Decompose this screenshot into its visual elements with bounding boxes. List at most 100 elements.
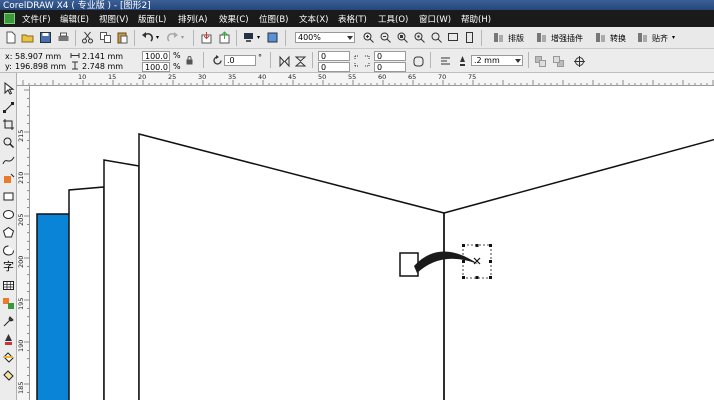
copy-icon[interactable] (99, 31, 112, 44)
zoom-level-select[interactable]: 400% (295, 32, 355, 43)
convert-icon[interactable] (594, 31, 607, 44)
selection-handles[interactable] (462, 244, 492, 279)
arrange-button[interactable]: 排版 (508, 33, 524, 44)
mirror-vertical-icon[interactable] (294, 55, 307, 68)
round-corners-together-icon[interactable] (412, 55, 425, 68)
ruler-label: 40 (258, 73, 267, 81)
open-folder-icon[interactable] (21, 31, 34, 44)
interactive-blend-tool-icon[interactable] (2, 297, 15, 310)
smart-fill-tool-icon[interactable] (2, 172, 15, 185)
menu-effects[interactable]: 效果(C) (219, 13, 249, 25)
menu-window[interactable]: 窗口(W) (419, 13, 451, 25)
scale-y-field[interactable]: 100.0 (142, 62, 170, 72)
outline-width-value: .2 mm (474, 56, 500, 65)
height-field[interactable]: 2.748 mm (82, 62, 123, 71)
paste-icon[interactable] (116, 31, 129, 44)
menu-edit[interactable]: 编辑(E) (60, 13, 89, 25)
zoom-tool-icon[interactable] (2, 136, 15, 149)
y-position-field[interactable]: 196.898 mm (15, 62, 66, 71)
vertical-ruler[interactable]: 215 210 205 200 195 190 185 (17, 86, 30, 400)
chevron-down-icon (515, 59, 521, 63)
front-page-shape[interactable] (138, 133, 445, 400)
page-layer-shape[interactable] (103, 159, 140, 400)
menu-text[interactable]: 文本(X) (299, 13, 328, 25)
export-icon[interactable] (218, 31, 231, 44)
window-title: CorelDRAW X4 ( 专业版 ) - [图形2] (3, 1, 151, 10)
import-icon[interactable] (200, 31, 213, 44)
basic-shapes-tool-icon[interactable] (2, 244, 15, 257)
application-launcher-icon[interactable] (242, 31, 255, 44)
ruler-label: 65 (408, 73, 417, 81)
text-tool-icon[interactable]: 字 (2, 260, 15, 273)
wrap-text-icon[interactable] (439, 55, 452, 68)
snap-button[interactable]: 贴齐 (652, 33, 668, 44)
undo-icon[interactable] (141, 31, 154, 44)
drawing-canvas[interactable] (31, 87, 714, 400)
convert-to-curves-icon[interactable] (573, 55, 586, 68)
snap-icon[interactable] (636, 31, 649, 44)
menu-view[interactable]: 视图(V) (99, 13, 128, 25)
x-position-field[interactable]: 58.907 mm (15, 52, 61, 61)
redo-dropdown-icon[interactable]: ▾ (181, 34, 184, 41)
ruler-label: 25 (168, 73, 177, 81)
menu-tools[interactable]: 工具(O) (378, 13, 408, 25)
page-layer-shape[interactable] (68, 186, 105, 400)
mirror-horizontal-icon[interactable] (278, 55, 291, 68)
scale-x-field[interactable]: 100.0 (142, 51, 170, 61)
shape-tool-icon[interactable] (2, 101, 15, 114)
to-back-icon[interactable] (552, 55, 565, 68)
blue-panel-shape[interactable] (36, 213, 71, 400)
menu-help[interactable]: 帮助(H) (461, 13, 491, 25)
welcome-screen-icon[interactable] (266, 31, 279, 44)
convert-button[interactable]: 转换 (610, 33, 626, 44)
interactive-fill-tool-icon[interactable] (2, 369, 15, 382)
pick-tool-icon[interactable] (2, 82, 15, 95)
zoom-out-icon[interactable] (379, 31, 392, 44)
width-field[interactable]: 2.141 mm (82, 52, 123, 61)
plugin-button[interactable]: 增强插件 (551, 33, 583, 44)
menu-table[interactable]: 表格(T) (338, 13, 367, 25)
plugin-icon[interactable] (535, 31, 548, 44)
horizontal-ruler[interactable]: 10 15 20 25 30 35 40 45 50 55 60 65 70 7… (17, 73, 714, 86)
lock-ratio-icon[interactable] (185, 55, 194, 65)
undo-dropdown-icon[interactable]: ▾ (156, 34, 159, 41)
ellipse-tool-icon[interactable] (2, 208, 15, 221)
menu-bitmaps[interactable]: 位图(B) (259, 13, 288, 25)
redo-icon[interactable] (166, 31, 179, 44)
polygon-tool-icon[interactable] (2, 226, 15, 239)
arrange-icon[interactable] (492, 31, 505, 44)
ruler-label: 185 (17, 381, 25, 394)
zoom-page-icon[interactable] (430, 31, 443, 44)
rotation-field[interactable]: .0 (224, 55, 256, 66)
new-document-icon[interactable] (4, 31, 17, 44)
app-icon[interactable] (4, 13, 15, 24)
menu-file[interactable]: 文件(F) (22, 13, 51, 25)
table-tool-icon[interactable] (2, 279, 15, 292)
corner-bottom-right-field[interactable]: 0 (374, 62, 406, 72)
freehand-tool-icon[interactable] (2, 154, 15, 167)
to-front-icon[interactable] (534, 55, 547, 68)
ruler-label: 45 (288, 73, 297, 81)
corner-bottom-left-field[interactable]: 0 (318, 62, 350, 72)
outline-width-select[interactable]: .2 mm (471, 55, 523, 66)
zoom-selected-icon[interactable] (396, 31, 409, 44)
right-page-edge[interactable] (443, 138, 714, 214)
crop-tool-icon[interactable] (2, 118, 15, 131)
launcher-dropdown-icon[interactable]: ▾ (257, 34, 260, 41)
zoom-in-icon[interactable] (362, 31, 375, 44)
eyedropper-tool-icon[interactable] (2, 315, 15, 328)
menu-layout[interactable]: 版面(L) (138, 13, 166, 25)
outline-tool-icon[interactable] (2, 333, 15, 346)
print-icon[interactable] (57, 31, 70, 44)
menu-arrange[interactable]: 排列(A) (178, 13, 207, 25)
zoom-all-objects-icon[interactable] (413, 31, 426, 44)
corner-top-left-field[interactable]: 0 (318, 51, 350, 61)
cut-icon[interactable] (81, 31, 94, 44)
zoom-height-icon[interactable] (463, 31, 476, 44)
save-icon[interactable] (39, 31, 52, 44)
rectangle-tool-icon[interactable] (2, 190, 15, 203)
zoom-width-icon[interactable] (447, 31, 460, 44)
fill-tool-icon[interactable] (2, 351, 15, 364)
corner-top-right-field[interactable]: 0 (374, 51, 406, 61)
snap-dropdown-icon[interactable]: ▾ (672, 34, 675, 41)
